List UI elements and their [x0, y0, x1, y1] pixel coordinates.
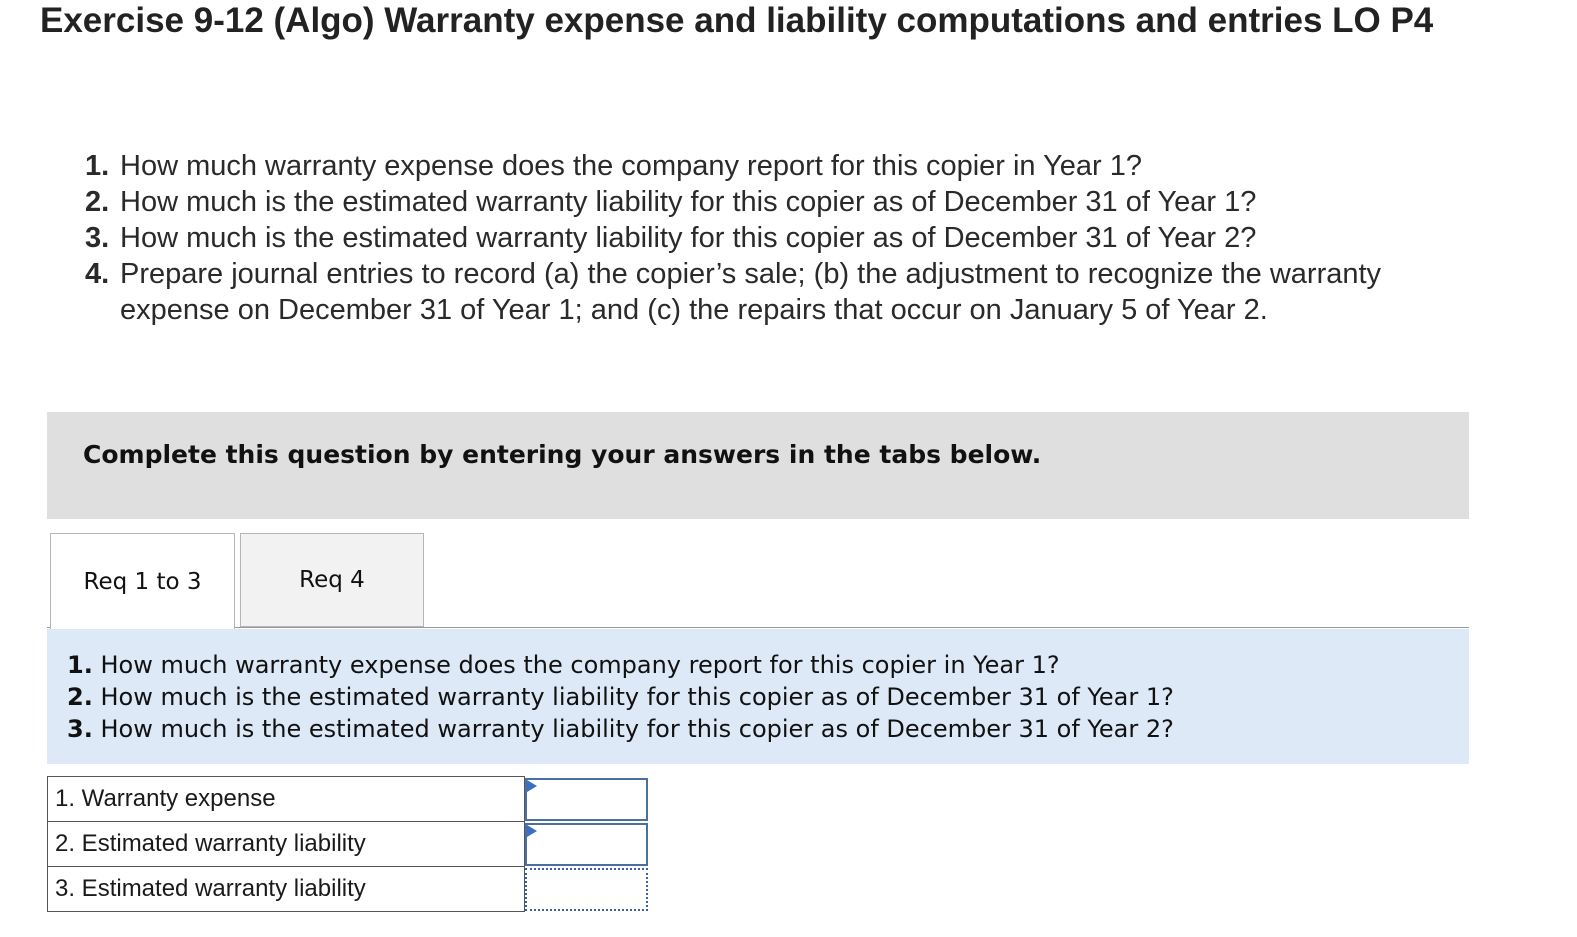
input-cell — [525, 777, 650, 822]
tab-divider — [235, 627, 1469, 628]
liability-year-1-input[interactable] — [525, 822, 648, 866]
tab-divider — [47, 627, 50, 628]
panel-question-text: How much warranty expense does the compa… — [100, 651, 1060, 679]
row-label-liability-year-2: 3. Estimated warranty liability — [47, 866, 525, 912]
panel-question-number: 2. — [67, 683, 93, 711]
answer-table: 1. Warranty expense 2. Estimated warrant… — [47, 776, 650, 912]
flag-icon — [527, 824, 537, 837]
question-number: 3. — [85, 222, 110, 254]
input-cell — [525, 867, 650, 912]
tab-req-4[interactable]: Req 4 — [240, 533, 424, 627]
instruction-box: Complete this question by entering your … — [47, 412, 1469, 519]
panel-question-number: 3. — [67, 715, 93, 743]
warranty-expense-input[interactable] — [525, 777, 648, 821]
panel-question-item: 2. How much is the estimated warranty li… — [67, 681, 1174, 713]
panel-question-item: 1. How much warranty expense does the co… — [67, 649, 1174, 681]
row-label-liability-year-1: 2. Estimated warranty liability — [47, 821, 525, 867]
instruction-text: Complete this question by entering your … — [83, 440, 1042, 469]
panel-question-text: How much is the estimated warranty liabi… — [100, 683, 1174, 711]
question-list: 1. How much warranty expense does the co… — [85, 148, 1465, 328]
question-text: How much is the estimated warranty liabi… — [120, 222, 1257, 254]
question-text: Prepare journal entries to record (a) th… — [120, 258, 1382, 326]
table-row: 1. Warranty expense — [47, 776, 650, 822]
liability-year-2-input[interactable] — [525, 867, 648, 911]
question-number: 1. — [85, 150, 110, 182]
question-text: How much is the estimated warranty liabi… — [120, 186, 1257, 218]
question-item: 1. How much warranty expense does the co… — [85, 148, 1465, 184]
page-title: Exercise 9-12 (Algo) Warranty expense an… — [40, 1, 1434, 40]
row-label-warranty-expense: 1. Warranty expense — [47, 776, 525, 822]
tab-req-1-to-3[interactable]: Req 1 to 3 — [50, 533, 235, 629]
table-row: 3. Estimated warranty liability — [47, 866, 650, 912]
question-item: 4. Prepare journal entries to record (a)… — [85, 256, 1465, 328]
question-text: How much warranty expense does the compa… — [120, 150, 1142, 182]
flag-icon — [527, 779, 537, 792]
panel-question-item: 3. How much is the estimated warranty li… — [67, 713, 1174, 745]
table-row: 2. Estimated warranty liability — [47, 821, 650, 867]
panel-question-text: How much is the estimated warranty liabi… — [100, 715, 1174, 743]
question-panel: 1. How much warranty expense does the co… — [47, 629, 1469, 764]
question-number: 4. — [85, 258, 110, 290]
question-number: 2. — [85, 186, 110, 218]
panel-question-number: 1. — [67, 651, 93, 679]
question-item: 2. How much is the estimated warranty li… — [85, 184, 1465, 220]
input-cell — [525, 822, 650, 867]
question-item: 3. How much is the estimated warranty li… — [85, 220, 1465, 256]
panel-question-list: 1. How much warranty expense does the co… — [67, 649, 1174, 745]
